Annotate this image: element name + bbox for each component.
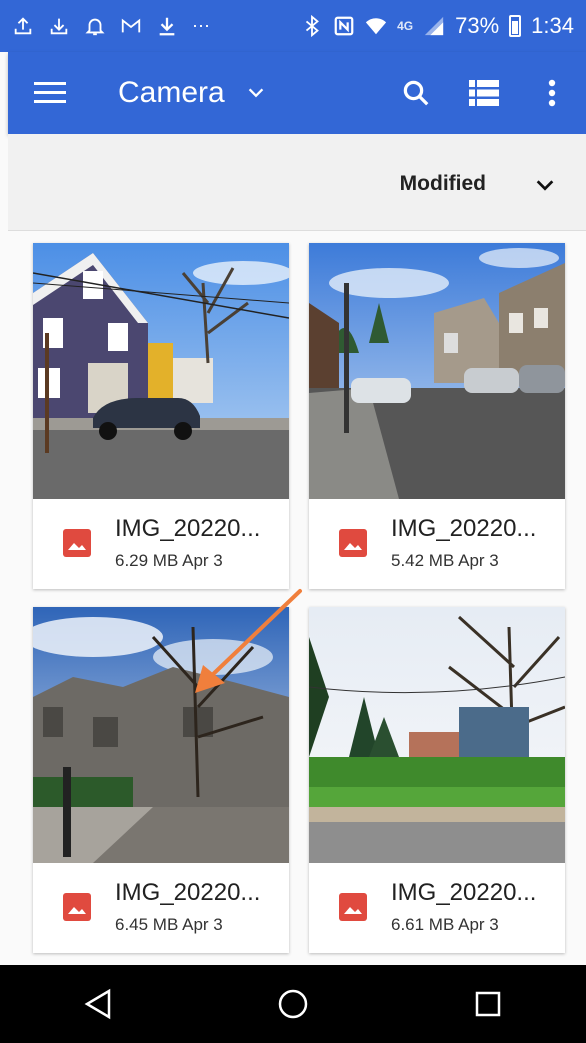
- file-name: IMG_20220...: [391, 515, 537, 542]
- upload-icon: [12, 15, 34, 37]
- file-meta: 6.29 MB Apr 3: [115, 551, 223, 570]
- recents-button[interactable]: [458, 974, 518, 1034]
- menu-icon: [34, 82, 66, 103]
- search-icon: [403, 80, 429, 106]
- gmail-icon: [120, 15, 142, 37]
- file-name: IMG_20220...: [115, 879, 261, 906]
- network-type: 4G: [397, 19, 414, 33]
- file-meta: 6.45 MB Apr 3: [115, 915, 223, 934]
- wifi-icon: [365, 15, 387, 37]
- download-arrow-icon: [156, 15, 178, 37]
- notification-icon: [84, 15, 106, 37]
- back-icon: [84, 988, 110, 1020]
- file-info: IMG_20220... 6.29 MB Apr 3: [33, 499, 289, 589]
- search-button[interactable]: [382, 65, 450, 121]
- back-button[interactable]: [68, 974, 128, 1034]
- menu-button[interactable]: [22, 65, 78, 121]
- chevron-down-icon: [248, 88, 263, 98]
- battery-percent: 73%: [455, 13, 500, 38]
- file-name: IMG_20220...: [391, 879, 537, 906]
- app-bar: Camera: [8, 52, 586, 134]
- photo-thumbnail: [33, 243, 289, 499]
- file-card[interactable]: IMG_20220... 6.29 MB Apr 3: [33, 243, 289, 589]
- image-file-icon: [63, 529, 91, 557]
- photo-thumbnail: [309, 607, 565, 863]
- chevron-down-icon[interactable]: [534, 174, 556, 196]
- list-view-button[interactable]: [450, 65, 518, 121]
- file-name: IMG_20220...: [115, 515, 261, 542]
- file-card[interactable]: IMG_20220... 5.42 MB Apr 3: [309, 243, 565, 589]
- file-info: IMG_20220... 6.45 MB Apr 3: [33, 863, 289, 953]
- file-card[interactable]: IMG_20220... 6.61 MB Apr 3: [309, 607, 565, 953]
- annotation-arrow-icon: [195, 589, 302, 693]
- home-button[interactable]: [263, 974, 323, 1034]
- list-view-icon: [469, 80, 499, 106]
- more-notifications-icon: ⋯: [192, 15, 212, 36]
- folder-selector[interactable]: Camera: [118, 76, 267, 110]
- battery-icon: [509, 15, 522, 37]
- bluetooth-icon: [301, 15, 323, 37]
- file-meta: 5.42 MB Apr 3: [391, 551, 499, 570]
- recents-icon: [476, 991, 501, 1017]
- more-vert-icon: [548, 79, 556, 107]
- file-info: IMG_20220... 5.42 MB Apr 3: [309, 499, 565, 589]
- page-title: Camera: [118, 76, 225, 109]
- image-file-icon: [339, 893, 367, 921]
- navigation-bar: [0, 965, 586, 1043]
- signal-icon: [423, 15, 445, 37]
- image-file-icon: [63, 893, 91, 921]
- file-meta: 6.61 MB Apr 3: [391, 915, 499, 934]
- photo-thumbnail: [309, 243, 565, 499]
- more-options-button[interactable]: [518, 65, 586, 121]
- status-bar: ⋯ 4G 73% 1:34: [0, 0, 586, 52]
- nfc-icon: [333, 15, 355, 37]
- sort-bar: Modified: [8, 134, 586, 231]
- sort-label[interactable]: Modified: [400, 172, 486, 196]
- clock: 1:34: [531, 13, 574, 38]
- image-file-icon: [339, 529, 367, 557]
- home-icon: [278, 989, 308, 1019]
- download-icon: [48, 15, 70, 37]
- file-info: IMG_20220... 6.61 MB Apr 3: [309, 863, 565, 953]
